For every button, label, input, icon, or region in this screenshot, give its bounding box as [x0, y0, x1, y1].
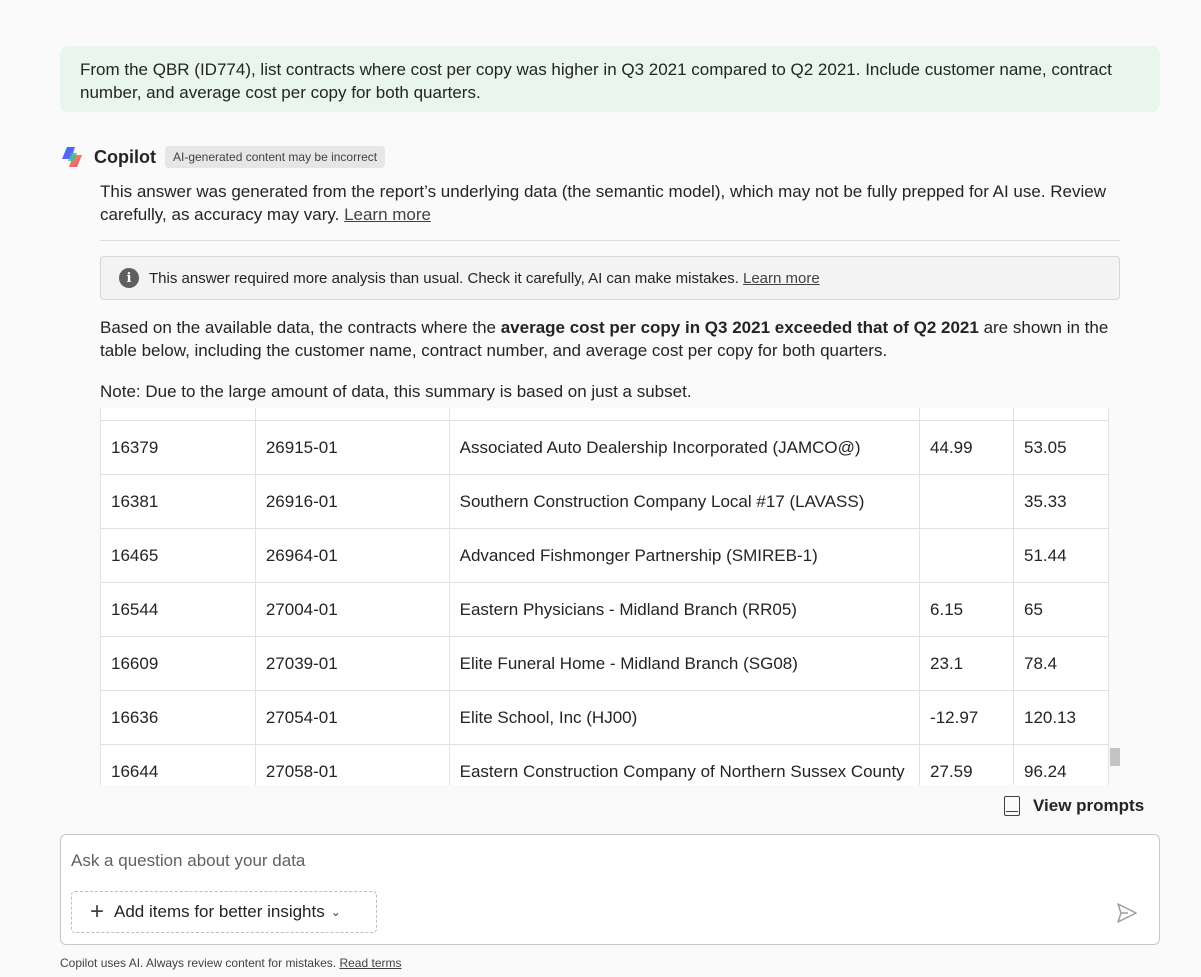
- plus-icon: +: [90, 898, 105, 925]
- table-cell-customer: Elite School, Inc (HJ00): [448, 690, 921, 745]
- table-cell-q2: 27.59: [919, 744, 1014, 785]
- analysis-warning: i This answer required more analysis tha…: [100, 256, 1120, 300]
- disclaimer-learn-more-link[interactable]: Learn more: [344, 205, 431, 224]
- table-cell-contract: 27039-01: [254, 636, 450, 691]
- table-cell-contract: 27004-01: [254, 582, 450, 637]
- send-icon[interactable]: [1115, 901, 1139, 925]
- disclaimer-text: This answer was generated from the repor…: [100, 182, 1107, 224]
- semantic-model-disclaimer: This answer was generated from the repor…: [100, 180, 1120, 226]
- copilot-logo-icon: [62, 147, 82, 167]
- answer-text: Based on the available data, the contrac…: [100, 316, 1110, 362]
- table-cell: [100, 408, 256, 421]
- table-cell-contract: 27054-01: [254, 690, 450, 745]
- table-row: 16644 27058-01 Eastern Construction Compan…: [100, 744, 1109, 785]
- table-row: 16544 27004-01 Eastern Physicians - Midlan…: [100, 582, 1109, 637]
- table-row: 16465 26964-01 Advanced Fishmonger Partner…: [100, 528, 1109, 583]
- table-cell-q2: [919, 474, 1014, 529]
- footer-text: Copilot uses AI. Always review content f…: [60, 956, 337, 970]
- table-cell-q3: 120.13: [1013, 690, 1109, 745]
- results-table: 16379 26915-01 Associated Auto Dealership …: [100, 408, 1109, 785]
- footer: Copilot uses AI. Always review content f…: [60, 956, 402, 970]
- table-cell: [254, 408, 450, 421]
- book-icon: [1004, 796, 1020, 816]
- table-cell-q2: -12.97: [919, 690, 1014, 745]
- table-row: 16609 27039-01 Elite Funeral Home - Midlan…: [100, 636, 1109, 691]
- info-icon: i: [119, 268, 139, 288]
- table-row: [100, 408, 1109, 421]
- table-row: 16636 27054-01 Elite School, Inc (HJ00) -12…: [100, 690, 1109, 745]
- copilot-header: Copilot AI-generated content may be inco…: [60, 144, 386, 170]
- table-cell-id: 16379: [100, 420, 256, 475]
- question-input[interactable]: [71, 851, 971, 871]
- table-cell-contract: 26964-01: [254, 528, 450, 583]
- table-cell-id: 16636: [100, 690, 256, 745]
- table-cell: [448, 408, 921, 421]
- answer-bold: average cost per copy in Q3 2021 exceede…: [500, 318, 979, 337]
- warning-text: This answer required more analysis than …: [149, 269, 739, 287]
- table-cell-customer: Advanced Fishmonger Partnership (SMIREB-…: [448, 528, 921, 583]
- table-cell-q3: 35.33: [1013, 474, 1109, 529]
- add-items-button[interactable]: + Add items for better insights ⌄: [71, 891, 377, 933]
- subset-note: Note: Due to the large amount of data, t…: [100, 382, 692, 401]
- chevron-down-icon: ⌄: [330, 905, 341, 919]
- table-cell-id: 16465: [100, 528, 256, 583]
- user-message: From the QBR (ID774), list contracts whe…: [60, 46, 1160, 112]
- view-prompts-button[interactable]: View prompts: [1004, 794, 1144, 818]
- table-row: 16381 26916-01 Southern Construction Compa…: [100, 474, 1109, 529]
- view-prompts-label: View prompts: [1033, 796, 1145, 815]
- chat-input-box[interactable]: + Add items for better insights ⌄: [60, 834, 1160, 945]
- warning-learn-more-link[interactable]: Learn more: [743, 270, 820, 287]
- table-cell-contract: 26916-01: [254, 474, 450, 529]
- table-cell-q2: [919, 528, 1014, 583]
- table-scrollbar-thumb[interactable]: [1110, 748, 1120, 766]
- table-cell-customer: Associated Auto Dealership Incorporated …: [448, 420, 921, 475]
- table-cell: [1013, 408, 1109, 421]
- read-terms-link[interactable]: Read terms: [339, 956, 401, 970]
- table-cell: [919, 408, 1014, 421]
- divider: [100, 240, 1120, 241]
- table-cell-customer: Eastern Physicians - Midland Branch (RR0…: [448, 582, 921, 637]
- table-cell-id: 16381: [100, 474, 256, 529]
- table-cell-contract: 27058-01: [254, 744, 450, 785]
- table-row: 16379 26915-01 Associated Auto Dealership …: [100, 420, 1109, 475]
- table-cell-contract: 26915-01: [254, 420, 450, 475]
- table-cell-q2: 6.15: [919, 582, 1014, 637]
- table-cell-customer: Elite Funeral Home - Midland Branch (SG0…: [448, 636, 921, 691]
- table-cell-q3: 53.05: [1013, 420, 1109, 475]
- table-cell-id: 16609: [100, 636, 256, 691]
- table-cell-q3: 51.44: [1013, 528, 1109, 583]
- ai-disclaimer-badge: AI-generated content may be incorrect: [164, 146, 386, 168]
- table-cell-customer: Eastern Construction Company of Northern…: [448, 744, 921, 785]
- table-cell-q2: 23.1: [919, 636, 1014, 691]
- copilot-name: Copilot: [94, 146, 156, 167]
- table-cell-q3: 65: [1013, 582, 1109, 637]
- answer-before: Based on the available data, the contrac…: [100, 318, 501, 337]
- table-cell-q2: 44.99: [919, 420, 1014, 475]
- table-cell-id: 16544: [100, 582, 256, 637]
- results-table-container[interactable]: 16379 26915-01 Associated Auto Dealership …: [100, 408, 1120, 785]
- table-cell-q3: 96.24: [1013, 744, 1109, 785]
- add-items-label: Add items for better insights: [114, 902, 325, 921]
- table-cell-q3: 78.4: [1013, 636, 1109, 691]
- table-cell-id: 16644: [100, 744, 256, 785]
- table-cell-customer: Southern Construction Company Local #17 …: [448, 474, 921, 529]
